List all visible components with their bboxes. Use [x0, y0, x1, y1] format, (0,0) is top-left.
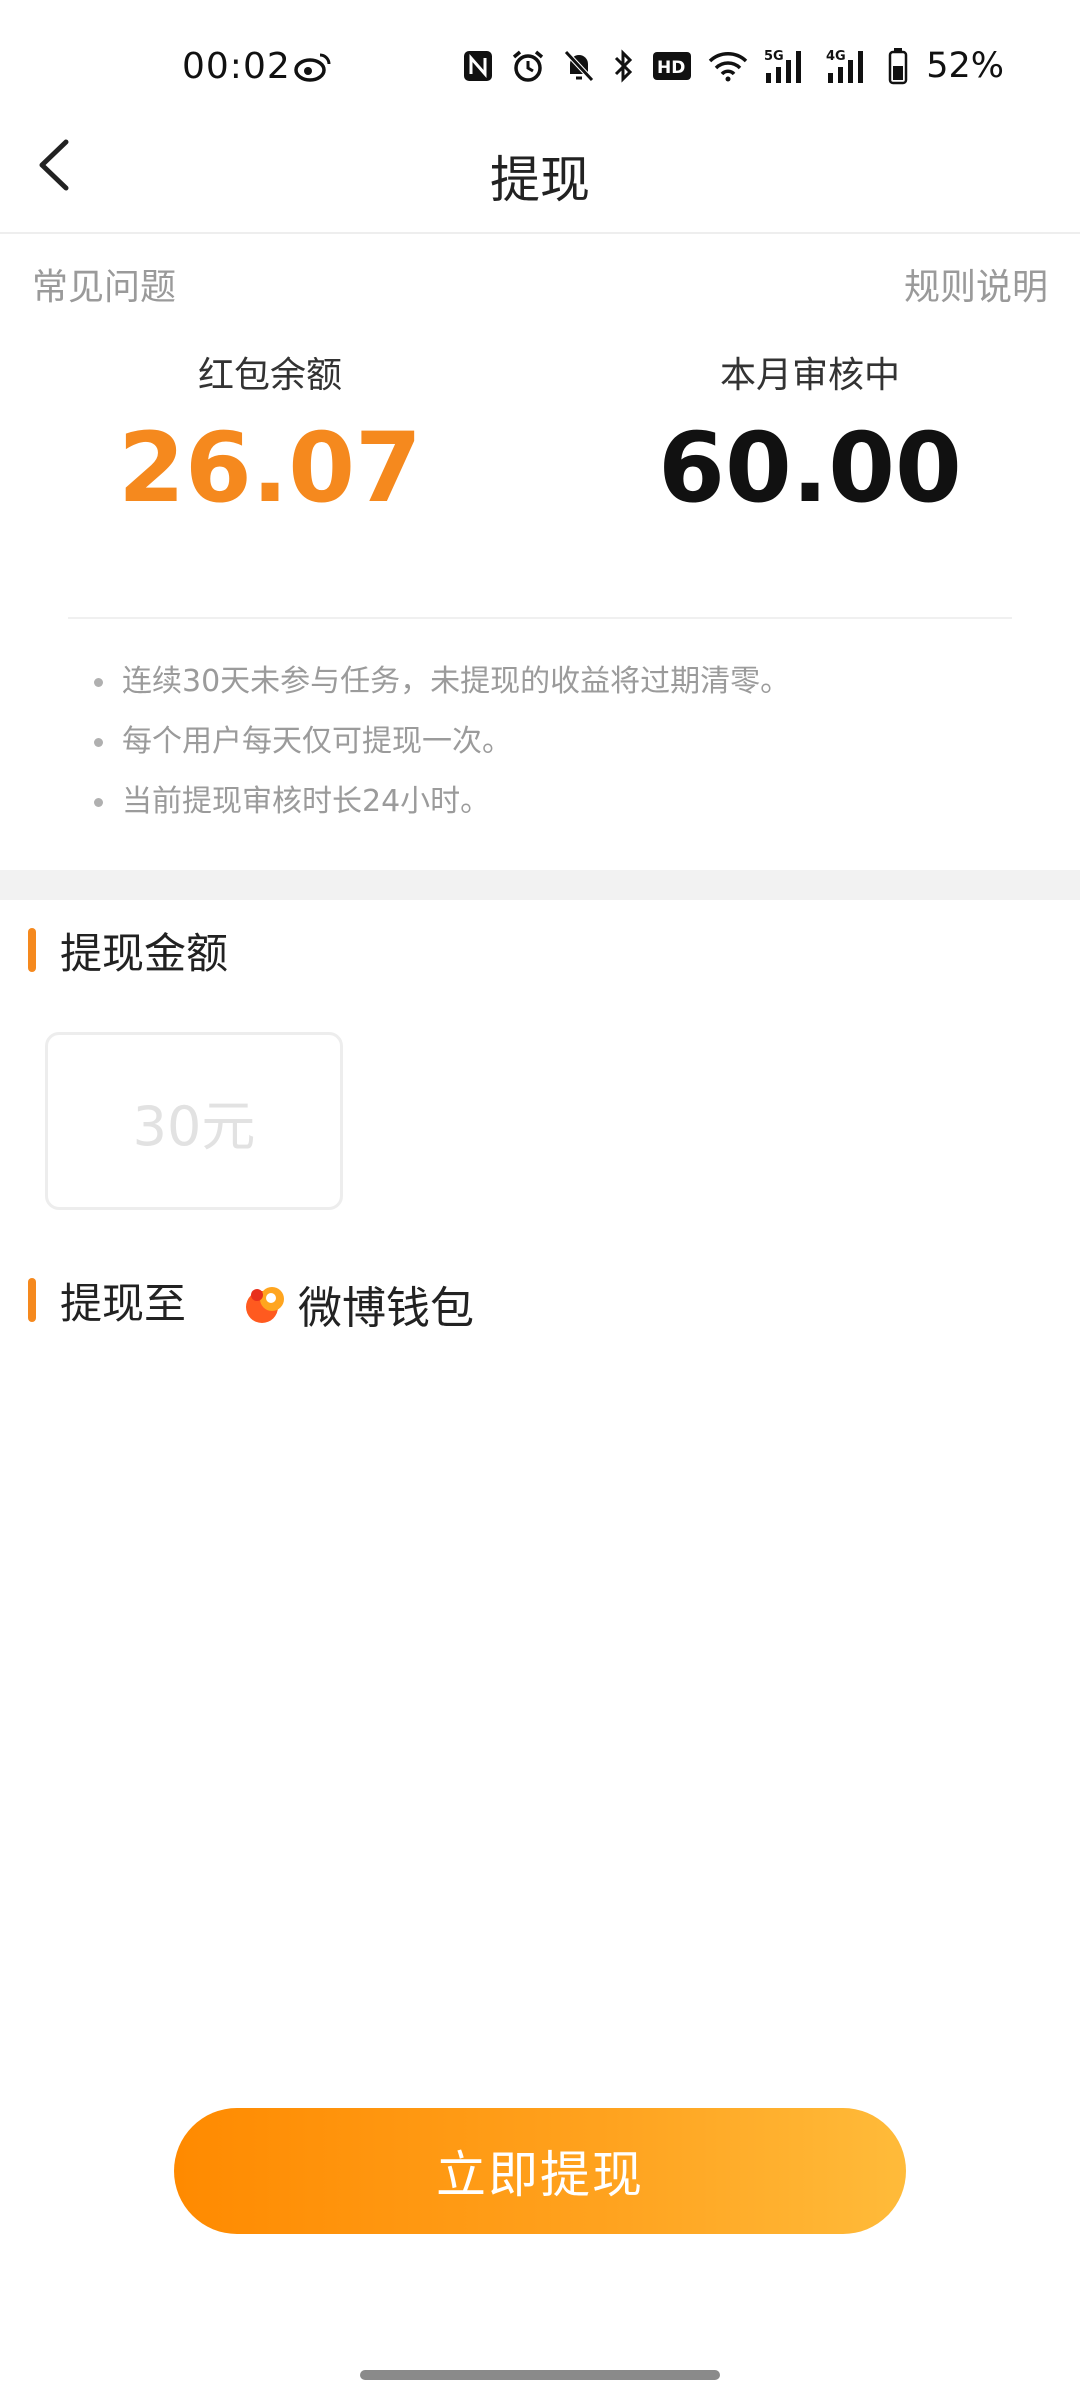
status-time: 00:02 — [182, 46, 291, 87]
battery-percent: 52% — [926, 46, 1004, 86]
withdraw-amount-title: 提现金额 — [60, 929, 229, 978]
home-indicator[interactable] — [360, 2370, 720, 2380]
reviewing-label: 本月审核中 — [719, 355, 900, 396]
mute-bell-icon — [564, 50, 595, 82]
page-title: 提现 — [490, 151, 590, 209]
balance-stat: 红包余额 26.07 — [50, 346, 490, 516]
balance-value: 26.07 — [118, 412, 422, 524]
note-item: 每个用户每天仅可提现一次。 — [92, 720, 790, 780]
svg-text:HD: HD — [657, 58, 685, 78]
battery-icon — [888, 48, 908, 85]
section-separator — [0, 870, 1080, 900]
svg-text:4G: 4G — [826, 49, 846, 64]
wallet-label: 微博钱包 — [298, 1283, 474, 1334]
rules-notes: 连续30天未参与任务，未提现的收益将过期清零。 每个用户每天仅可提现一次。 当前… — [92, 660, 790, 840]
svg-text:5G: 5G — [764, 49, 784, 64]
reviewing-value: 60.00 — [658, 412, 962, 524]
reviewing-stat: 本月审核中 60.00 — [590, 346, 1030, 516]
amount-option-30[interactable]: 30元 — [45, 1032, 343, 1210]
signal-4g-icon: 4G — [826, 49, 864, 83]
balance-label: 红包余额 — [197, 355, 342, 396]
wallet-selector[interactable]: 微博钱包 — [244, 1272, 474, 1336]
bluetooth-icon — [615, 49, 633, 83]
withdraw-to-title: 提现至 — [60, 1279, 187, 1328]
signal-5g-icon: 5G — [764, 49, 802, 83]
withdraw-now-button[interactable]: 立即提现 — [174, 2108, 906, 2234]
section-accent-bar — [28, 1278, 36, 1322]
status-icons: HD 5G 4G 52% — [462, 44, 1004, 88]
note-item: 当前提现审核时长24小时。 — [92, 780, 790, 840]
divider — [68, 617, 1012, 619]
note-item: 连续30天未参与任务，未提现的收益将过期清零。 — [92, 660, 790, 720]
nfc-icon — [464, 51, 493, 81]
amount-option-label: 30元 — [132, 1094, 256, 1158]
alarm-icon — [513, 50, 544, 82]
rules-link[interactable]: 规则说明 — [904, 258, 1048, 310]
wifi-icon — [708, 52, 748, 82]
weibo-icon — [294, 53, 331, 82]
page-header: 提现 — [0, 100, 1080, 234]
weibo-wallet-icon — [246, 1287, 284, 1323]
faq-link[interactable]: 常见问题 — [32, 258, 176, 310]
hd-voice-icon: HD — [653, 52, 692, 80]
section-accent-bar — [28, 928, 36, 972]
